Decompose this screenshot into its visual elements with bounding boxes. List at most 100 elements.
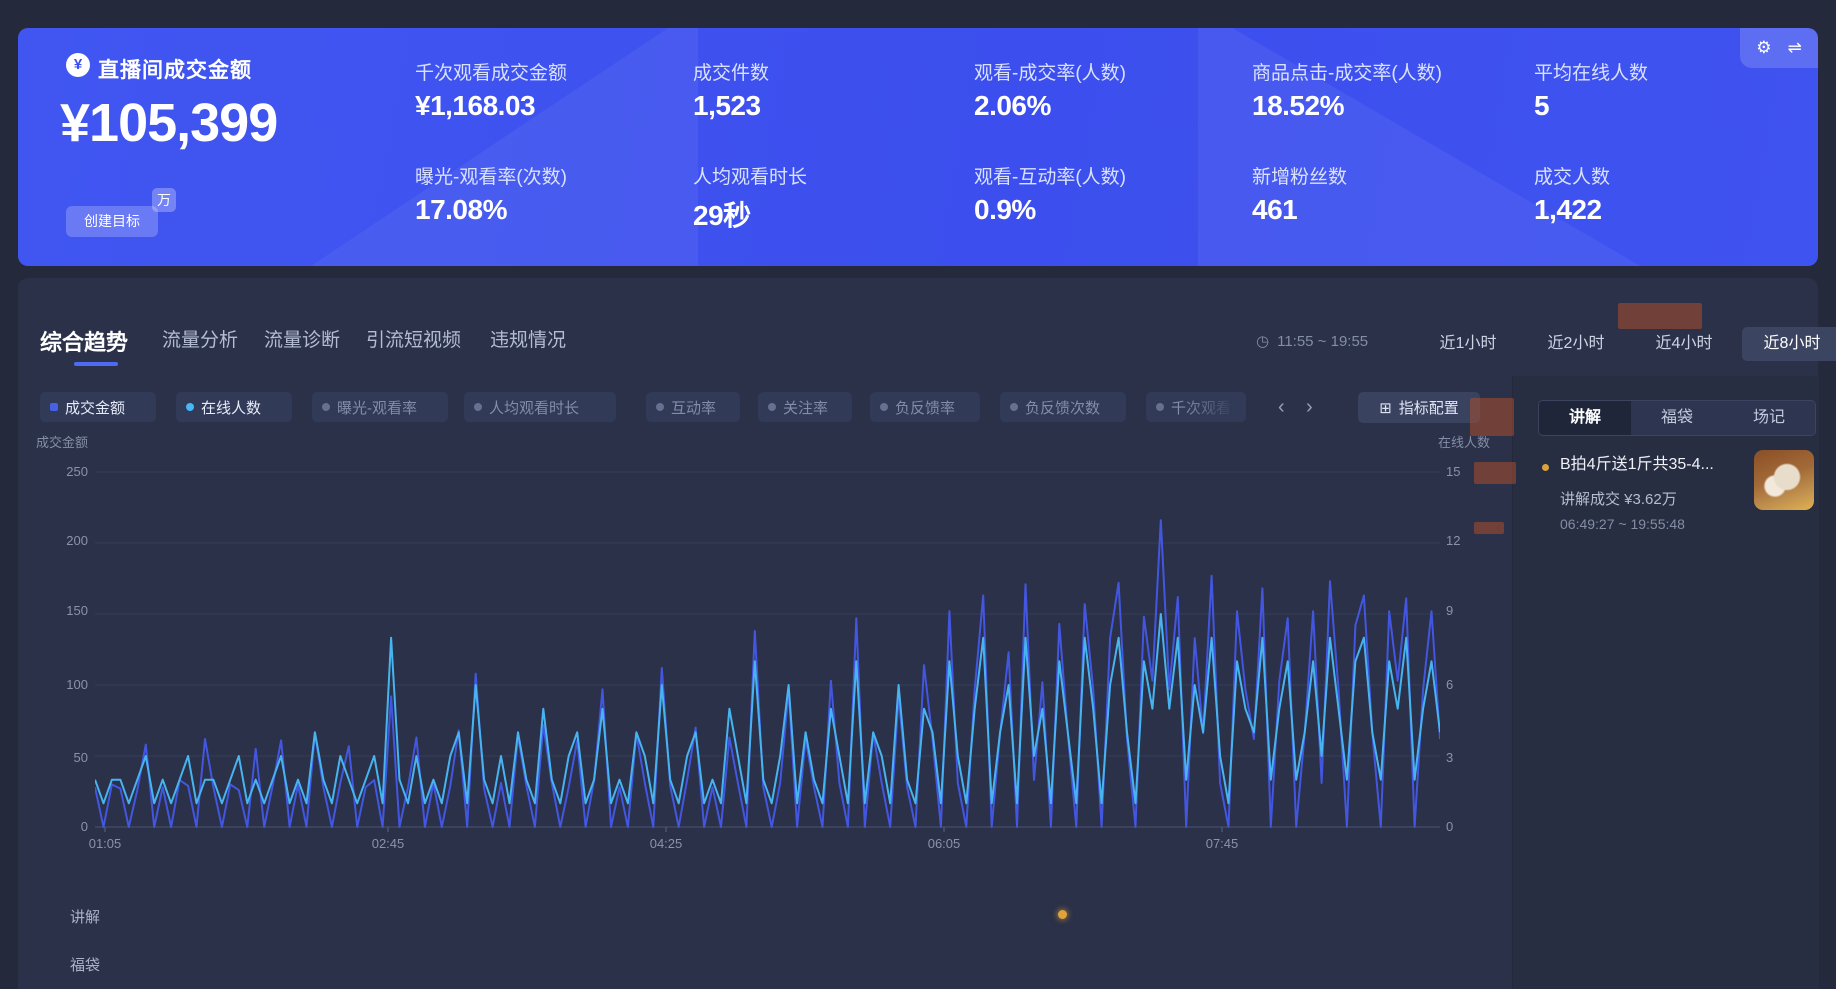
banner-metric-value: 0.9% bbox=[974, 194, 1036, 226]
x-tick-04:25: 04:25 bbox=[650, 836, 683, 851]
chips-prev-icon[interactable]: ‹ bbox=[1278, 396, 1285, 418]
product-thumbnail[interactable] bbox=[1754, 450, 1814, 510]
chip-label: 在线人数 bbox=[201, 397, 261, 418]
swap-icon[interactable]: ⇌ bbox=[1788, 38, 1802, 58]
chip-互动率[interactable]: 互动率 bbox=[646, 392, 740, 422]
banner-metric-label: 平均在线人数 bbox=[1534, 58, 1648, 85]
banner-metric-label: 新增粉丝数 bbox=[1252, 162, 1347, 189]
right-tick-15: 15 bbox=[1446, 464, 1492, 479]
banner-metric-label: 人均观看时长 bbox=[693, 162, 807, 189]
right-panel-tabs: 讲解福袋场记 bbox=[1538, 400, 1816, 436]
right-tab-场记[interactable]: 场记 bbox=[1723, 401, 1815, 435]
chip-人均观看时长[interactable]: 人均观看时长 bbox=[464, 392, 616, 422]
x-tick-07:45: 07:45 bbox=[1206, 836, 1239, 851]
config-grid-icon: ⊞ bbox=[1379, 399, 1392, 417]
chip-dot bbox=[474, 403, 482, 411]
x-tick-06:05: 06:05 bbox=[928, 836, 961, 851]
tab-引流短视频[interactable]: 引流短视频 bbox=[366, 325, 461, 352]
banner-metric-value: 461 bbox=[1252, 194, 1297, 226]
metric-config-button[interactable]: ⊞ 指标配置 bbox=[1358, 392, 1480, 423]
chip-label: 负反馈次数 bbox=[1025, 397, 1100, 418]
right-tick-3: 3 bbox=[1446, 750, 1492, 765]
banner-metric-value: 18.52% bbox=[1252, 90, 1344, 122]
series-在线人数 bbox=[95, 614, 1440, 803]
chip-label: 互动率 bbox=[671, 397, 716, 418]
range-button-近1小时[interactable]: 近1小时 bbox=[1418, 327, 1518, 361]
right-tab-福袋[interactable]: 福袋 bbox=[1631, 401, 1723, 435]
banner-metric-value: 1,523 bbox=[693, 90, 761, 122]
chip-dot bbox=[50, 403, 58, 411]
chip-负反馈率[interactable]: 负反馈率 bbox=[870, 392, 980, 422]
x-tick-02:45: 02:45 bbox=[372, 836, 405, 851]
metric-config-label: 指标配置 bbox=[1399, 397, 1459, 418]
banner-title: 直播间成交金额 bbox=[98, 54, 252, 84]
left-tick-50: 50 bbox=[42, 750, 88, 765]
marker-row-福袋: 福袋 bbox=[70, 954, 100, 975]
chip-关注率[interactable]: 关注率 bbox=[758, 392, 852, 422]
chip-dot bbox=[186, 403, 194, 411]
left-axis-title: 成交金额 bbox=[24, 432, 88, 451]
chips-next-icon[interactable]: › bbox=[1306, 396, 1313, 418]
chip-成交金额[interactable]: 成交金额 bbox=[40, 392, 156, 422]
right-tick-12: 12 bbox=[1446, 533, 1492, 548]
explain-item-deal: 讲解成交 ¥3.62万 bbox=[1560, 488, 1677, 509]
tab-违规情况[interactable]: 违规情况 bbox=[490, 325, 566, 352]
banner-metric-value: 2.06% bbox=[974, 90, 1051, 122]
banner-metric-label: 观看-互动率(人数) bbox=[974, 162, 1126, 189]
gmv-main-value: ¥105,399 bbox=[60, 92, 277, 154]
banner-tools: ⚙ ⇌ bbox=[1740, 28, 1818, 68]
banner-metric-label: 成交人数 bbox=[1534, 162, 1610, 189]
banner-metric-value: ¥1,168.03 bbox=[415, 90, 535, 122]
chip-fade bbox=[1182, 392, 1246, 422]
marker-row-讲解: 讲解 bbox=[70, 906, 100, 927]
left-tick-150: 150 bbox=[42, 603, 88, 618]
active-tab-underline bbox=[74, 362, 118, 366]
tab-流量分析[interactable]: 流量分析 bbox=[162, 325, 238, 352]
right-tick-0: 0 bbox=[1446, 819, 1492, 834]
chip-label: 关注率 bbox=[783, 397, 828, 418]
range-button-近2小时[interactable]: 近2小时 bbox=[1526, 327, 1626, 361]
banner-metric-value: 29秒 bbox=[693, 194, 751, 234]
chip-千次观看[interactable]: 千次观看 bbox=[1146, 392, 1246, 422]
explain-marker-dot[interactable] bbox=[1058, 910, 1067, 919]
right-tab-讲解[interactable]: 讲解 bbox=[1539, 401, 1631, 435]
chip-label: 曝光-观看率 bbox=[337, 397, 417, 418]
chip-dot bbox=[1156, 403, 1164, 411]
right-tick-6: 6 bbox=[1446, 677, 1492, 692]
banner-metric-label: 成交件数 bbox=[693, 58, 769, 85]
chip-dot bbox=[322, 403, 330, 411]
tab-综合趋势[interactable]: 综合趋势 bbox=[40, 325, 128, 357]
time-range-text: 11:55 ~ 19:55 bbox=[1277, 333, 1368, 350]
tab-流量诊断[interactable]: 流量诊断 bbox=[264, 325, 340, 352]
create-goal-button[interactable]: 创建目标 bbox=[66, 206, 158, 237]
x-tick-01:05: 01:05 bbox=[89, 836, 122, 851]
chip-dot bbox=[1010, 403, 1018, 411]
chip-曝光-观看率[interactable]: 曝光-观看率 bbox=[312, 392, 448, 422]
banner-metric-value: 5 bbox=[1534, 90, 1549, 122]
chip-dot bbox=[656, 403, 664, 411]
banner-metric-label: 千次观看成交金额 bbox=[415, 58, 567, 85]
left-tick-200: 200 bbox=[42, 533, 88, 548]
range-button-近8小时[interactable]: 近8小时 bbox=[1742, 327, 1836, 361]
orange-artifact bbox=[1618, 303, 1702, 329]
explain-item-title[interactable]: B拍4斤送1斤共35-4... bbox=[1560, 450, 1748, 474]
coin-icon: ¥ bbox=[66, 53, 90, 77]
live-analytics-dashboard: ¥ 直播间成交金额 ¥105,399 万 创建目标 ⚙ ⇌ ◷ 11:55 ~ … bbox=[0, 0, 1836, 989]
left-tick-100: 100 bbox=[42, 677, 88, 692]
left-tick-0: 0 bbox=[42, 819, 88, 834]
explain-item-time: 06:49:27 ~ 19:55:48 bbox=[1560, 516, 1685, 532]
gear-icon[interactable]: ⚙ bbox=[1756, 38, 1771, 58]
chip-label: 成交金额 bbox=[65, 397, 125, 418]
chip-label: 负反馈率 bbox=[895, 397, 955, 418]
right-tick-9: 9 bbox=[1446, 603, 1492, 618]
banner-metric-label: 商品点击-成交率(人数) bbox=[1252, 58, 1442, 85]
trend-chart-plot[interactable] bbox=[95, 458, 1440, 834]
time-range: ◷ 11:55 ~ 19:55 bbox=[1256, 332, 1368, 350]
chip-在线人数[interactable]: 在线人数 bbox=[176, 392, 292, 422]
chip-负反馈次数[interactable]: 负反馈次数 bbox=[1000, 392, 1126, 422]
banner-metric-value: 17.08% bbox=[415, 194, 507, 226]
banner-metric-label: 曝光-观看率(次数) bbox=[415, 162, 567, 189]
range-button-近4小时[interactable]: 近4小时 bbox=[1634, 327, 1734, 361]
chip-dot bbox=[768, 403, 776, 411]
banner-metric-value: 1,422 bbox=[1534, 194, 1602, 226]
